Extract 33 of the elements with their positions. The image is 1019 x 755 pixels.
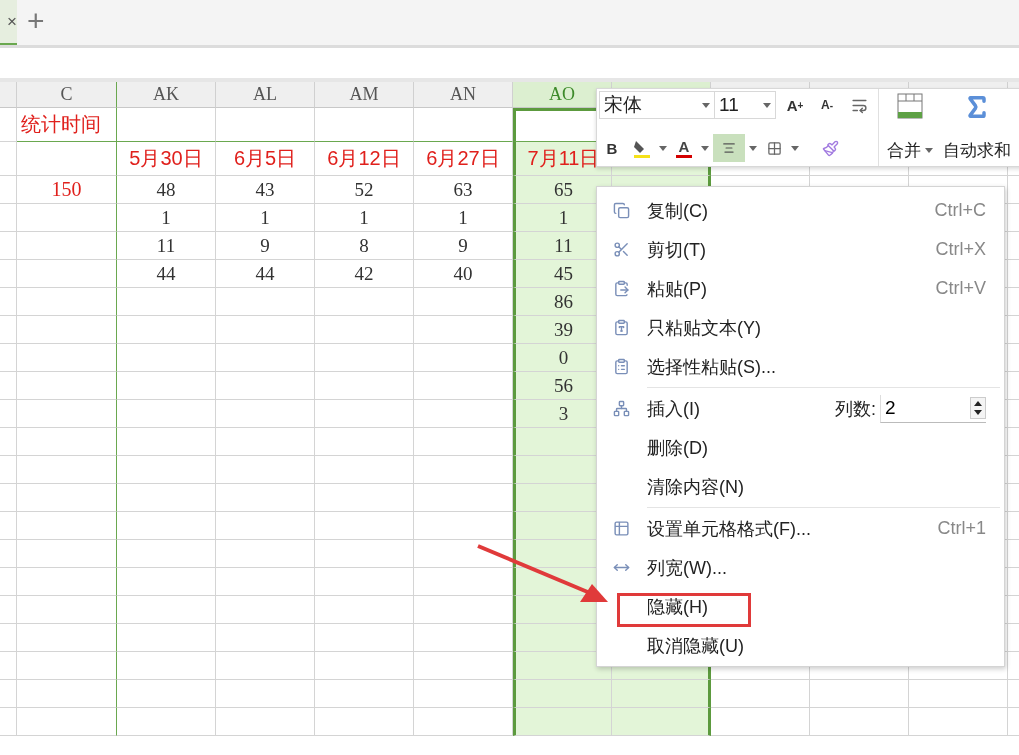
number-cell: 0 [558, 346, 569, 369]
date-cell-text: 7月11日 [527, 146, 600, 171]
number-cell: 48 [156, 178, 176, 201]
number-cell: 1 [458, 206, 468, 229]
date-cell-text: 6月5日 [233, 146, 297, 171]
date-cell-text: 6月12日 [327, 146, 401, 171]
number-cell: 1 [260, 206, 270, 229]
number-cell: 3 [558, 402, 569, 425]
number-cell: 86 [554, 290, 573, 313]
number-cell: 44 [156, 262, 176, 285]
number-cell: 52 [354, 178, 374, 201]
number-cell: 42 [354, 262, 374, 285]
number-cell: 9 [458, 234, 468, 257]
number-cell: 150 [51, 178, 82, 201]
number-cell: 1 [161, 206, 171, 229]
number-cell: 63 [453, 178, 473, 201]
number-cell: 39 [554, 318, 573, 341]
number-cell: 40 [453, 262, 473, 285]
number-cell: 9 [260, 234, 270, 257]
number-cell: 1 [359, 206, 369, 229]
number-cell: 65 [554, 178, 573, 201]
count-label: 列数: [835, 397, 876, 421]
number-cell: 45 [554, 262, 573, 285]
number-cell: 8 [359, 234, 369, 257]
number-cell: 11 [156, 234, 176, 257]
title-cell-text: 统计时间 [21, 112, 101, 137]
number-cell: 1 [558, 206, 569, 229]
date-cell-text: 6月27日 [426, 146, 500, 171]
number-cell: 43 [255, 178, 275, 201]
date-cell-text: 5月30日 [129, 146, 203, 171]
number-cell: 11 [554, 234, 573, 257]
number-cell: 56 [554, 374, 573, 397]
number-cell: 44 [255, 262, 275, 285]
